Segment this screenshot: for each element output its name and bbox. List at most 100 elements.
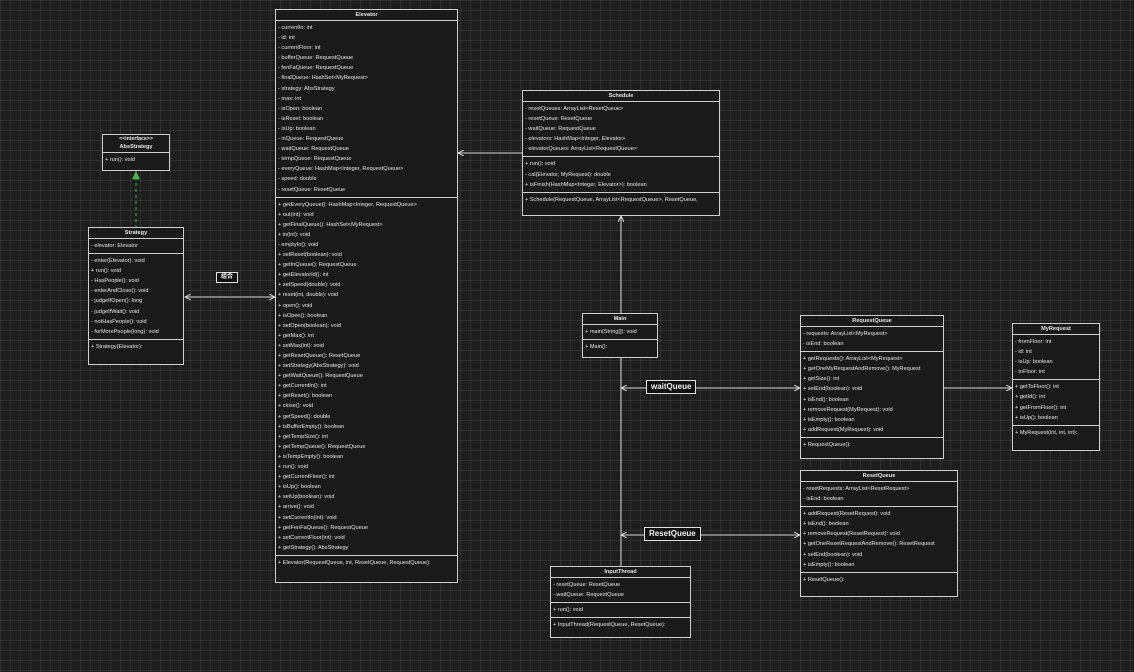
class-absstrategy[interactable]: <<interface>> AbsStrategy + run(): void <box>102 134 170 171</box>
member-row: - waitQueue: RequestQueue <box>525 126 596 133</box>
member-row: - bufferQueue: RequestQueue <box>278 55 354 62</box>
member-row: + getRequests(): ArrayList<MyRequest> <box>803 356 903 363</box>
member-row: - judgeIfWait(): void <box>91 308 140 315</box>
stereotype: <<interface>> <box>119 136 153 142</box>
attributes-section: - fromFloor: int - id: int - isUp: boolean… <box>1013 334 1099 379</box>
member-row: - HasPeople(): void <box>91 278 139 285</box>
methods-section: + addRequest(ResetRequest): void + isEnd(… <box>801 506 957 572</box>
member-row: + getOneResetRequestAndRemove(): ResetRe… <box>803 541 935 548</box>
methods-section: + getRequests(): ArrayList<MyRequest> + g… <box>801 351 943 437</box>
member-row: + getOneMyRequestAndRemove(): MyRequest <box>803 366 921 373</box>
member-row: + run(): void <box>278 464 309 471</box>
member-row: + ResetQueue(): <box>803 576 845 583</box>
class-requestqueue[interactable]: RequestQueue - requests: ArrayList<MyReq… <box>800 315 944 459</box>
member-row: + setOpen(boolean): void <box>278 322 341 329</box>
member-row: + isFinish(HashMap<Integer, Elevator>): … <box>525 181 647 188</box>
member-row: - isEnd: boolean <box>803 341 844 348</box>
class-elevator[interactable]: Elevator - currentIn: int - id: int - curr… <box>275 9 458 583</box>
member-row: - judgeIfOpen(): long <box>91 298 143 305</box>
member-row: + getFinalQueue(): HashSet<MyRequest> <box>278 221 383 228</box>
member-row: + InputThread(RequestQueue, ResetQueue): <box>553 622 666 629</box>
constructors-section: + InputThread(RequestQueue, ResetQueue): <box>551 617 690 632</box>
edge-label-composition: 组合 <box>216 272 239 283</box>
member-row: + MyRequest(int, int, int): <box>1015 429 1078 436</box>
class-name: InputThread <box>604 569 637 575</box>
member-row: - resetQueue: ResetQueue <box>525 116 593 123</box>
member-row: - toFloor: int <box>1015 369 1045 376</box>
edge-label-waitqueue: waitQueue <box>646 380 697 394</box>
member-row: + RequestQueue(): <box>803 441 851 448</box>
member-row: + addRequest(MyRequest): void <box>803 426 884 433</box>
member-row: + getWaitQueue(): RequestQueue <box>278 373 363 380</box>
member-row: - fenFaQueue: RequestQueue <box>278 65 354 72</box>
methods-section: + main(String[]): void <box>583 324 657 339</box>
class-name: Schedule <box>608 93 634 99</box>
member-row: + setEnd(boolean): void <box>803 386 863 393</box>
class-name: ResetQueue <box>862 473 896 479</box>
member-row: - requests: ArrayList<MyRequest> <box>803 331 888 337</box>
member-row: + setSpeed(double): void <box>278 282 341 289</box>
member-row: - currentFloor: int <box>278 45 321 52</box>
member-row: + getMax(): int <box>278 332 314 339</box>
constructors-section: + Elevator(RequestQueue, int, ResetQueue… <box>276 554 457 570</box>
class-name: <<interface>> AbsStrategy <box>103 135 169 152</box>
member-row: + Schedule(RequestQueue, ArrayList<Reque… <box>525 196 698 203</box>
member-row: + isUp(): boolean <box>1015 414 1058 421</box>
member-row: - emptyIn(): void <box>278 241 319 248</box>
member-row: + setUp(boolean): void <box>278 494 335 501</box>
class-inputthread[interactable]: InputThread - resetQueue: ResetQueue - wa… <box>550 566 691 638</box>
class-resetqueue[interactable]: ResetQueue - resetRequests: ArrayList<Re… <box>800 470 958 597</box>
constructors-section: + MyRequest(int, int, int): <box>1013 424 1099 440</box>
member-row: + getToFloor(): int <box>1015 384 1059 391</box>
member-row: - max: int <box>278 95 302 102</box>
attributes-section: - resetQueue: ResetQueue - waitQueue: Req… <box>551 577 690 602</box>
member-row: - id: int <box>1015 349 1032 356</box>
member-row: + isOpen(): boolean <box>278 312 328 319</box>
member-row: + isTempEmpty(): boolean <box>278 453 344 460</box>
member-row: + in(int): void <box>278 231 311 238</box>
member-row: + isEmpty(): boolean <box>803 416 855 423</box>
member-row: - isOpen: boolean <box>278 105 323 112</box>
member-row: + getTempSize(): int <box>278 433 328 440</box>
member-row: + Elevator(RequestQueue, int, ResetQueue… <box>278 559 431 566</box>
member-row: + Strategy(Elevator): <box>91 343 143 350</box>
member-row: - speed: double <box>278 176 317 183</box>
member-row: + Main(): <box>585 344 608 351</box>
member-row: + setReset(boolean): void <box>278 252 342 259</box>
member-row: + getCurrentFloor(): int <box>278 474 335 481</box>
class-myrequest[interactable]: MyRequest - fromFloor: int - id: int - isU… <box>1012 323 1100 451</box>
methods-section: + getEveryQueue(): HashMap<Integer, Requ… <box>276 196 457 555</box>
member-row: - isUp: boolean <box>278 125 316 132</box>
member-row: + setCurrentIn(int): void <box>278 514 337 521</box>
class-schedule[interactable]: Schedule - resetQueues: ArrayList<ResetQ… <box>522 90 720 216</box>
member-row: + open(): void <box>278 302 313 309</box>
member-row: - waitQueue: RequestQueue <box>553 592 624 599</box>
attributes-section: - requests: ArrayList<MyRequest> - isEnd:… <box>801 326 943 351</box>
attributes-section: - currentIn: int - id: int - currentFloor:… <box>276 20 457 197</box>
member-row: + isEmpty(): boolean <box>803 561 855 568</box>
member-row: - currentIn: int <box>278 25 313 31</box>
methods-section: + run(): void - cal(Elevator, MyRequest):… <box>523 156 719 191</box>
constructors-section: + Main(): <box>583 339 657 354</box>
member-row: + getSpeed(): double <box>278 413 331 420</box>
class-main[interactable]: Main + main(String[]): void + Main(): <box>582 313 658 358</box>
constructors-section: + Schedule(RequestQueue, ArrayList<Reque… <box>523 191 719 207</box>
member-row: + setEnd(boolean): void <box>803 551 863 558</box>
member-row: + close(): void <box>278 403 313 410</box>
methods-section: - enter(Elevator): void + run(): void - Ha… <box>89 253 183 339</box>
class-name: Elevator <box>355 12 378 18</box>
class-name: RequestQueue <box>852 318 892 324</box>
edge-label-resetqueue: ResetQueue <box>644 527 701 541</box>
attributes-section: - resetRequests: ArrayList<ResetRequest>… <box>801 481 957 506</box>
member-row: - finalQueue: HashSet<MyRequest> <box>278 75 368 82</box>
methods-section: + run(): void <box>551 602 690 617</box>
member-row: + getStrategy(): AbsStrategy <box>278 544 349 551</box>
member-row: - cal(Elevator, MyRequest): double <box>525 171 611 178</box>
member-row: + getInQueue(): RequestQueue <box>278 262 357 269</box>
class-strategy[interactable]: Strategy - elevator: Elevator - enter(El… <box>88 227 184 365</box>
member-row: + run(): void <box>553 607 584 614</box>
member-row: + reset(int, double): void <box>278 292 339 299</box>
methods-section: + run(): void <box>103 152 169 167</box>
member-row: + addRequest(ResetRequest): void <box>803 511 891 518</box>
member-row: - resetRequests: ArrayList<ResetRequest> <box>803 486 910 492</box>
